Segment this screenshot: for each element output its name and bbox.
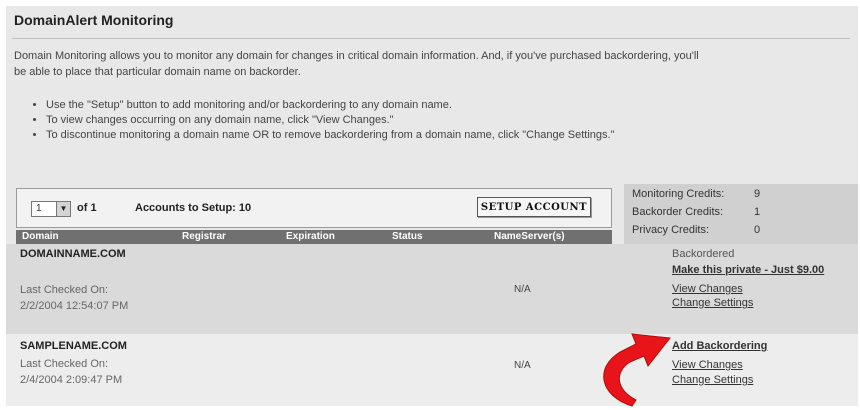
instructions-list: Use the "Setup" button to add monitoring… [30,98,686,143]
privacy-credits: Privacy Credits: 0 [632,224,760,236]
table-header: Domain Registrar Expiration Status NameS… [16,230,612,244]
red-curved-arrow-icon [603,333,671,407]
instruction-item: To discontinue monitoring a domain name … [46,128,686,143]
setup-toolbar: 1 ▼ of 1 Accounts to Setup: 10 SETUP ACC… [16,188,612,228]
credit-label: Backorder Credits: [632,206,724,218]
credits-panel: Monitoring Credits: 9 Backorder Credits:… [624,184,858,244]
page-title: DomainAlert Monitoring [14,12,174,28]
intro-text: Domain Monitoring allows you to monitor … [14,50,699,78]
nameserver-value: N/A [514,360,531,371]
chevron-down-icon[interactable]: ▼ [56,202,70,216]
add-backordering-link[interactable]: Add Backordering [672,340,767,352]
column-header-expiration[interactable]: Expiration [286,231,335,242]
make-private-link[interactable]: Make this private - Just $9.00 [672,264,824,276]
view-changes-link[interactable]: View Changes [672,283,743,295]
credit-value: 0 [754,224,761,236]
accounts-to-setup-label: Accounts to Setup: 10 [135,202,252,214]
last-checked-date: 2/2/2004 12:54:07 PM [20,300,129,312]
setup-account-button[interactable]: SETUP ACCOUNT [477,197,591,217]
credit-label: Privacy Credits: [632,224,710,236]
credit-value: 9 [754,188,761,200]
instruction-item: Use the "Setup" button to add monitoring… [46,98,686,113]
page-select[interactable]: 1 ▼ [31,201,71,217]
instruction-item: To view changes occurring on any domain … [46,113,686,128]
column-header-registrar[interactable]: Registrar [182,231,226,242]
nameserver-value: N/A [514,284,531,295]
domain-name: DOMAINNAME.COM [20,248,126,260]
backordered-status: Backordered [672,248,735,260]
last-checked-label: Last Checked On: [20,358,109,370]
credit-label: Monitoring Credits: [632,188,725,200]
credit-value: 1 [754,206,761,218]
title-divider [12,38,850,39]
view-changes-link[interactable]: View Changes [672,359,743,371]
last-checked-date: 2/4/2004 2:09:47 PM [20,374,123,386]
column-header-domain[interactable]: Domain [22,231,59,242]
change-settings-link[interactable]: Change Settings [672,297,753,309]
page-select-value: 1 [36,203,42,214]
table-row: DOMAINNAME.COM Last Checked On: 2/2/2004… [6,244,858,334]
table-row: SAMPLENAME.COM Last Checked On: 2/4/2004… [6,334,858,406]
change-settings-link[interactable]: Change Settings [672,374,753,386]
domain-name: SAMPLENAME.COM [20,340,127,352]
column-header-status[interactable]: Status [392,231,423,242]
last-checked-label: Last Checked On: [20,284,109,296]
monitoring-credits: Monitoring Credits: 9 [632,188,760,200]
page-count-label: of 1 [77,202,97,214]
backorder-credits: Backorder Credits: 1 [632,206,760,218]
column-header-nameservers[interactable]: NameServer(s) [494,231,565,242]
